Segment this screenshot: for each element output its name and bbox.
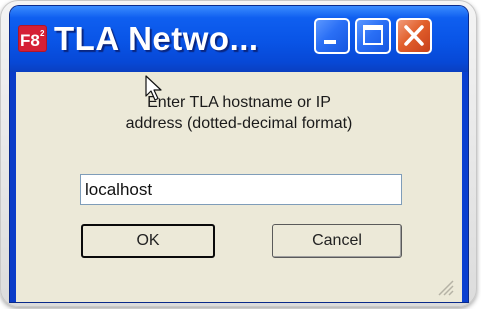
mouse-pointer-icon [145, 75, 162, 101]
minimize-button[interactable] [314, 18, 350, 54]
dialog-window: F8 2 TLA Netwo... Enter TLA hostname or … [10, 6, 468, 302]
maximize-button[interactable] [355, 18, 391, 54]
ok-button-label: OK [136, 232, 160, 249]
maximize-icon [363, 25, 383, 45]
svg-text:2: 2 [40, 29, 45, 38]
svg-text:F8: F8 [20, 31, 40, 50]
tla-app-icon[interactable]: F8 2 [18, 25, 47, 52]
ok-button[interactable]: OK [81, 224, 215, 258]
close-icon [404, 25, 424, 46]
window-title: TLA Netwo... [54, 20, 259, 57]
hostname-input[interactable] [80, 174, 402, 205]
dialog-client-area: Enter TLA hostname or IP address (dotted… [16, 72, 462, 302]
prompt-line-1: Enter TLA hostname or IP [147, 94, 331, 111]
prompt-line-2: address (dotted-decimal format) [125, 115, 353, 132]
screenshot-frame: F8 2 TLA Netwo... Enter TLA hostname or … [0, 0, 477, 307]
cancel-button[interactable]: Cancel [272, 224, 402, 258]
cancel-button-label: Cancel [312, 232, 362, 249]
close-button[interactable] [396, 18, 432, 54]
minimize-icon [324, 40, 336, 44]
resize-grip-icon[interactable] [436, 278, 454, 296]
title-bar[interactable]: F8 2 TLA Netwo... [10, 6, 468, 72]
